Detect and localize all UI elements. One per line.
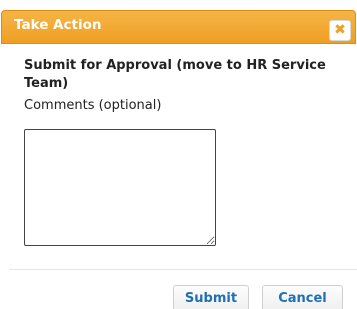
take-action-dialog: Take Action ✖ Submit for Approval (move … (0, 0, 357, 309)
dialog-titlebar: Take Action ✖ (1, 10, 356, 44)
cancel-button[interactable]: Cancel (262, 285, 343, 309)
close-button[interactable]: ✖ (329, 20, 351, 41)
close-icon: ✖ (334, 22, 346, 38)
action-heading: Submit for Approval (move to HR Service … (24, 58, 326, 91)
comments-label: Comments (optional) (24, 98, 162, 113)
comments-input[interactable] (24, 129, 216, 246)
dialog-title: Take Action (14, 17, 102, 33)
submit-button[interactable]: Submit (173, 285, 249, 309)
footer-divider (9, 269, 357, 270)
